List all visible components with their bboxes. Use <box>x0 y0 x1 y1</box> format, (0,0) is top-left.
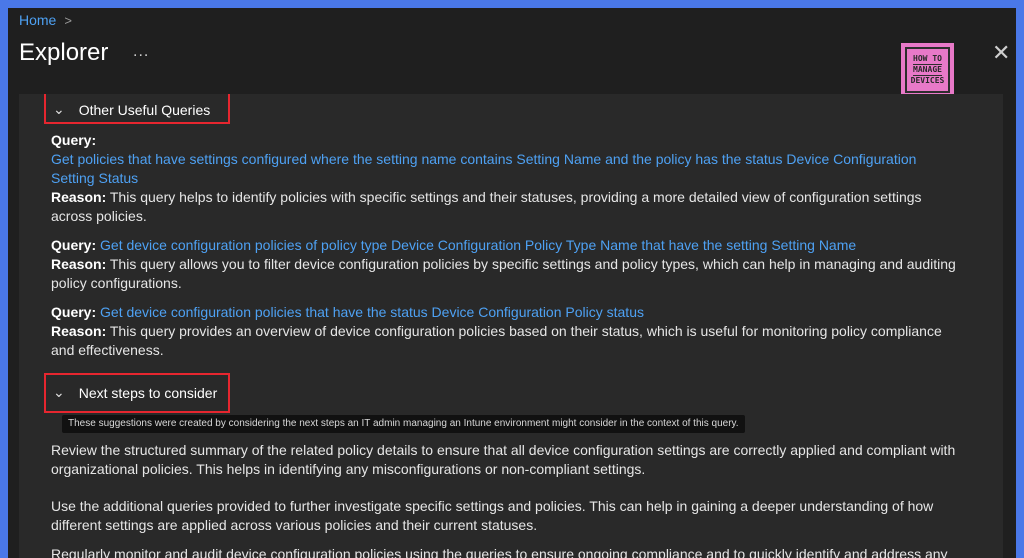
section-toggle-other-useful-queries[interactable]: ⌄ Other Useful Queries <box>53 101 210 118</box>
page-title: Explorer <box>19 39 109 66</box>
reason-label: Reason: <box>51 189 107 205</box>
breadcrumb-home-link[interactable]: Home <box>19 12 56 28</box>
query-item: Query: Get policies that have settings c… <box>51 131 963 226</box>
logo-line-2: MANAGE <box>913 64 942 76</box>
logo-mark: HOW TO MANAGE DEVICES <box>905 47 950 93</box>
section-toggle-next-steps[interactable]: ⌄ Next steps to consider <box>53 384 217 401</box>
chevron-right-icon: > <box>64 12 72 28</box>
section-heading: Other Useful Queries <box>78 101 211 118</box>
reason-text: This query allows you to filter device c… <box>51 256 956 291</box>
chevron-down-icon: ⌄ <box>53 384 65 400</box>
next-step-text: Use the additional queries provided to f… <box>51 498 934 533</box>
query-link[interactable]: Get device configuration policies of pol… <box>100 237 856 253</box>
next-step-paragraph: Use the additional queries provided to f… <box>51 497 963 535</box>
next-step-text: Review the structured summary of the rel… <box>51 442 956 477</box>
close-icon[interactable]: ✕ <box>992 42 1010 64</box>
results-panel: ⌄ Other Useful Queries Query: Get polici… <box>19 94 1003 558</box>
next-step-paragraph: Regularly monitor and audit device confi… <box>51 545 963 558</box>
reason-text: This query provides an overview of devic… <box>51 323 942 358</box>
breadcrumb: Home > <box>19 12 72 28</box>
query-link[interactable]: Get policies that have settings configur… <box>51 151 916 186</box>
logo-line-3: DEVICES <box>910 76 945 85</box>
query-label: Query: <box>51 304 97 320</box>
query-label: Query: <box>51 132 97 148</box>
more-options-icon[interactable]: ... <box>133 43 149 61</box>
chevron-down-icon: ⌄ <box>53 101 65 117</box>
suggestion-info-tooltip: These suggestions were created by consid… <box>62 415 745 433</box>
query-item: Query: Get device configuration policies… <box>51 236 963 293</box>
reason-label: Reason: <box>51 256 107 272</box>
section-heading: Next steps to consider <box>78 384 218 401</box>
query-label: Query: <box>51 237 97 253</box>
query-link[interactable]: Get device configuration policies that h… <box>100 304 644 320</box>
reason-text: This query helps to identify policies wi… <box>51 189 922 224</box>
how-to-manage-devices-logo: HOW TO MANAGE DEVICES <box>901 43 954 97</box>
query-item: Query: Get device configuration policies… <box>51 303 963 360</box>
reason-label: Reason: <box>51 323 107 339</box>
explorer-window: Home > Explorer ... ✕ HOW TO MANAGE DEVI… <box>8 8 1016 558</box>
logo-line-1: HOW TO <box>913 54 942 63</box>
next-step-paragraph: Review the structured summary of the rel… <box>51 441 963 479</box>
next-step-text: Regularly monitor and audit device confi… <box>51 546 948 558</box>
